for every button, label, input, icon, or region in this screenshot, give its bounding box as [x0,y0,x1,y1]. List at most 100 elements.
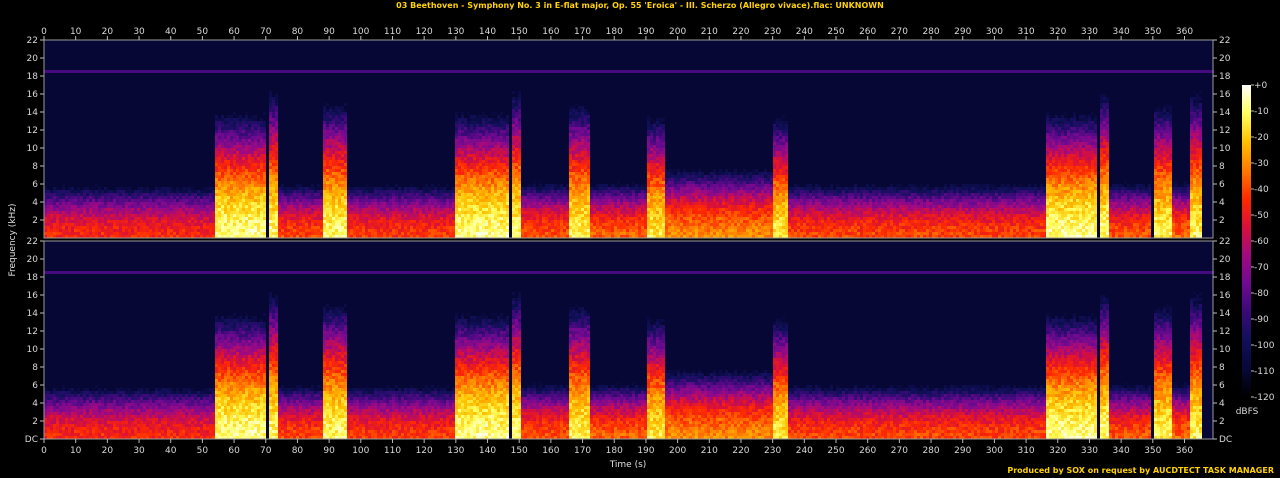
spectrogram-cell [521,196,524,199]
spectrogram-cell [158,205,161,208]
spectrogram-cell [593,190,596,193]
spectrogram-cell [305,217,308,220]
spectrogram-cell [629,70,632,73]
spectrogram-cell [320,184,323,187]
spectrogram-cell [632,184,635,187]
spectrogram-cell [581,139,584,142]
spectrogram-cell [602,70,605,73]
spectrogram-cell [452,223,455,226]
spectrogram-cell [440,226,443,229]
spectrogram-cell [425,187,428,190]
spectrogram-cell [164,187,167,190]
spectrogram-cell [350,226,353,229]
spectrogram-cell [464,166,467,169]
spectrogram-cell [476,199,479,202]
spectrogram-cell [464,157,467,160]
spectrogram-cell [629,214,632,217]
spectrogram-cell [542,193,545,196]
spectrogram-cell [344,199,347,202]
spectrogram-cell [470,154,473,157]
spectrogram-cell [497,202,500,205]
spectrogram-cell [491,112,494,115]
spectrogram-cell [581,187,584,190]
spectrogram-cell [272,169,275,172]
spectrogram-cell [245,181,248,184]
spectrogram-cell [104,223,107,226]
spectrogram-cell [278,229,281,232]
spectrogram-cell [566,232,569,235]
spectrogram-cell [332,175,335,178]
spectrogram-cell [260,70,263,73]
spectrogram-cell [200,214,203,217]
spectrogram-cell [236,211,239,214]
spectrogram-cell [230,175,233,178]
spectrogram-cell [392,217,395,220]
spectrogram-cell [263,142,266,145]
spectrogram-cell [545,223,548,226]
spectrogram-cell [401,205,404,208]
spectrogram-cell [491,199,494,202]
spectrogram-cell [233,223,236,226]
spectrogram-cell [488,121,491,124]
spectrogram-cell [440,190,443,193]
spectrogram-cell [512,157,515,160]
spectrogram-cell [245,208,248,211]
spectrogram-cell [548,232,551,235]
spectrogram-cell [170,211,173,214]
spectrogram-cell [251,172,254,175]
spectrogram-cell [170,226,173,229]
spectrogram-cell [464,130,467,133]
spectrogram-cell [593,208,596,211]
spectrogram-cell [434,223,437,226]
spectrogram-cell [110,229,113,232]
spectrogram-cell [476,193,479,196]
spectrogram-cell [308,199,311,202]
spectrogram-cell [407,70,410,73]
spectrogram-cell [218,163,221,166]
spectrogram-cell [233,133,236,136]
spectrogram-cell [269,229,272,232]
spectrogram-cell [71,232,74,235]
spectrogram-cell [623,193,626,196]
spectrogram-cell [125,217,128,220]
spectrogram-cell [221,139,224,142]
spectrogram-cell [62,214,65,217]
spectrogram-cell [230,151,233,154]
spectrogram-cell [485,163,488,166]
spectrogram-cell [125,208,128,211]
spectrogram-cell [581,169,584,172]
spectrogram-cell [380,205,383,208]
spectrogram-cell [611,223,614,226]
spectrogram-cell [122,229,125,232]
spectrogram-cell [362,220,365,223]
spectrogram-cell [200,205,203,208]
spectrogram-cell [86,232,89,235]
spectrogram-cell [428,229,431,232]
spectrogram-cell [470,202,473,205]
spectrogram-cell [146,214,149,217]
spectrogram-cell [71,217,74,220]
spectrogram-cell [515,97,518,100]
spectrogram-cell [182,199,185,202]
spectrogram-cell [320,70,323,73]
spectrogram-cell [275,121,278,124]
spectrogram-cell [329,133,332,136]
spectrogram-cell [560,226,563,229]
spectrogram-cell [329,178,332,181]
spectrogram-cell [587,184,590,187]
spectrogram-cell [578,172,581,175]
spectrogram-cell [50,214,53,217]
spectrogram-cell [338,130,341,133]
spectrogram-cell [254,142,257,145]
spectrogram-cell [341,208,344,211]
spectrogram-cell [503,148,506,151]
spectrogram-cell [158,199,161,202]
spectrogram-cell [335,217,338,220]
spectrogram-cell [488,127,491,130]
spectrogram-cell [602,211,605,214]
spectrogram-cell [551,199,554,202]
spectrogram-cell [203,199,206,202]
spectrogram-cell [245,184,248,187]
spectrogram-cell [218,229,221,232]
spectrogram-cell [620,211,623,214]
